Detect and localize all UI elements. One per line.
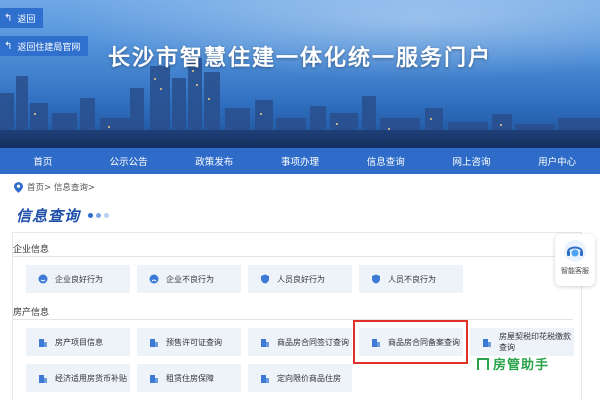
river-reflection xyxy=(0,130,600,148)
smile-icon xyxy=(38,274,48,284)
card-enterprise-bad-conduct[interactable]: 企业不良行为 xyxy=(137,265,241,293)
nav-item-announcements[interactable]: 公示公告 xyxy=(86,148,172,174)
card-personnel-good-conduct[interactable]: 人员良好行为 xyxy=(248,265,352,293)
building-icon xyxy=(261,339,269,347)
card-label: 房屋契税印花税缴款查询 xyxy=(499,332,571,352)
building-icon xyxy=(39,339,47,347)
card-label: 商品房合同签订查询 xyxy=(277,337,349,347)
back-button-label: 返回 xyxy=(17,14,36,25)
group-label-property: 房产信息 xyxy=(13,308,50,318)
card-affordable-housing-subsidy[interactable]: 经济适用房货币补贴 xyxy=(26,364,130,392)
nav-item-services[interactable]: 事项办理 xyxy=(257,148,343,174)
building-icon xyxy=(483,339,491,347)
watermark-text: 房管助手 xyxy=(493,358,550,373)
card-label: 预售许可证查询 xyxy=(166,337,222,347)
breadcrumb-text[interactable]: 首页> 信息查询> xyxy=(27,181,95,193)
card-contract-signing-query[interactable]: 商品房合同签订查询 xyxy=(248,328,352,356)
nav-item-consult[interactable]: 网上咨询 xyxy=(429,148,515,174)
back-to-ministry-label: 返回住建局官网 xyxy=(17,42,81,53)
nav-item-home[interactable]: 首页 xyxy=(0,148,86,174)
header-banner: 长沙市智慧住建一体化统一服务门户 xyxy=(0,0,600,148)
group-divider xyxy=(13,319,573,320)
section-title: 信息查询 xyxy=(16,207,81,225)
location-pin-icon xyxy=(14,181,23,193)
headset-icon xyxy=(564,240,586,262)
frown-icon xyxy=(149,274,159,284)
card-property-project-info[interactable]: 房产项目信息 xyxy=(26,328,130,356)
card-label: 人员良好行为 xyxy=(277,274,325,284)
card-presale-permit-query[interactable]: 预售许可证查询 xyxy=(137,328,241,356)
breadcrumb: 首页> 信息查询> xyxy=(14,181,95,193)
card-deed-stamp-tax-query[interactable]: 房屋契税印花税缴款查询 xyxy=(470,328,574,356)
group-label-enterprise: 企业信息 xyxy=(13,245,50,255)
card-label: 人员不良行为 xyxy=(388,274,436,284)
decorative-dots xyxy=(88,213,112,218)
back-to-ministry-button[interactable]: ↰ 返回住建局官网 xyxy=(0,36,89,56)
card-label: 经济适用房货币补贴 xyxy=(55,373,127,383)
building-icon xyxy=(150,375,158,383)
card-label: 定向限价商品住房 xyxy=(277,373,341,383)
nav-item-user-center[interactable]: 用户中心 xyxy=(514,148,600,174)
shield-icon xyxy=(372,274,380,284)
return-arrow-icon: ↰ xyxy=(4,12,13,24)
card-label: 房产项目信息 xyxy=(55,337,103,347)
group-divider xyxy=(13,256,573,257)
watermark: 房管助手 xyxy=(476,354,549,373)
section-heading: 信息查询 xyxy=(16,205,112,226)
highlight-box xyxy=(353,320,468,364)
card-label: 企业不良行为 xyxy=(166,274,214,284)
return-arrow-icon: ↰ xyxy=(4,40,13,52)
card-label: 企业良好行为 xyxy=(55,274,103,284)
card-rental-housing-security[interactable]: 租赁住房保障 xyxy=(137,364,241,392)
smart-service-label: 智能客服 xyxy=(561,267,589,275)
building-icon xyxy=(150,339,158,347)
building-icon xyxy=(39,375,47,383)
card-personnel-bad-conduct[interactable]: 人员不良行为 xyxy=(359,265,463,293)
back-button[interactable]: ↰ 返回 xyxy=(0,8,44,28)
nav-item-policy[interactable]: 政策发布 xyxy=(171,148,257,174)
card-enterprise-good-conduct[interactable]: 企业良好行为 xyxy=(26,265,130,293)
shield-icon xyxy=(261,274,269,284)
nav-item-info-query[interactable]: 信息查询 xyxy=(343,148,429,174)
smart-service-widget[interactable]: 智能客服 xyxy=(555,234,595,286)
door-glyph-icon xyxy=(477,357,489,370)
card-price-limited-housing[interactable]: 定向限价商品住房 xyxy=(248,364,352,392)
main-nav: 首页 公示公告 政策发布 事项办理 信息查询 网上咨询 用户中心 xyxy=(0,148,600,174)
building-icon xyxy=(261,375,269,383)
portal-title: 长沙市智慧住建一体化统一服务门户 xyxy=(107,46,492,71)
card-label: 租赁住房保障 xyxy=(166,373,214,383)
